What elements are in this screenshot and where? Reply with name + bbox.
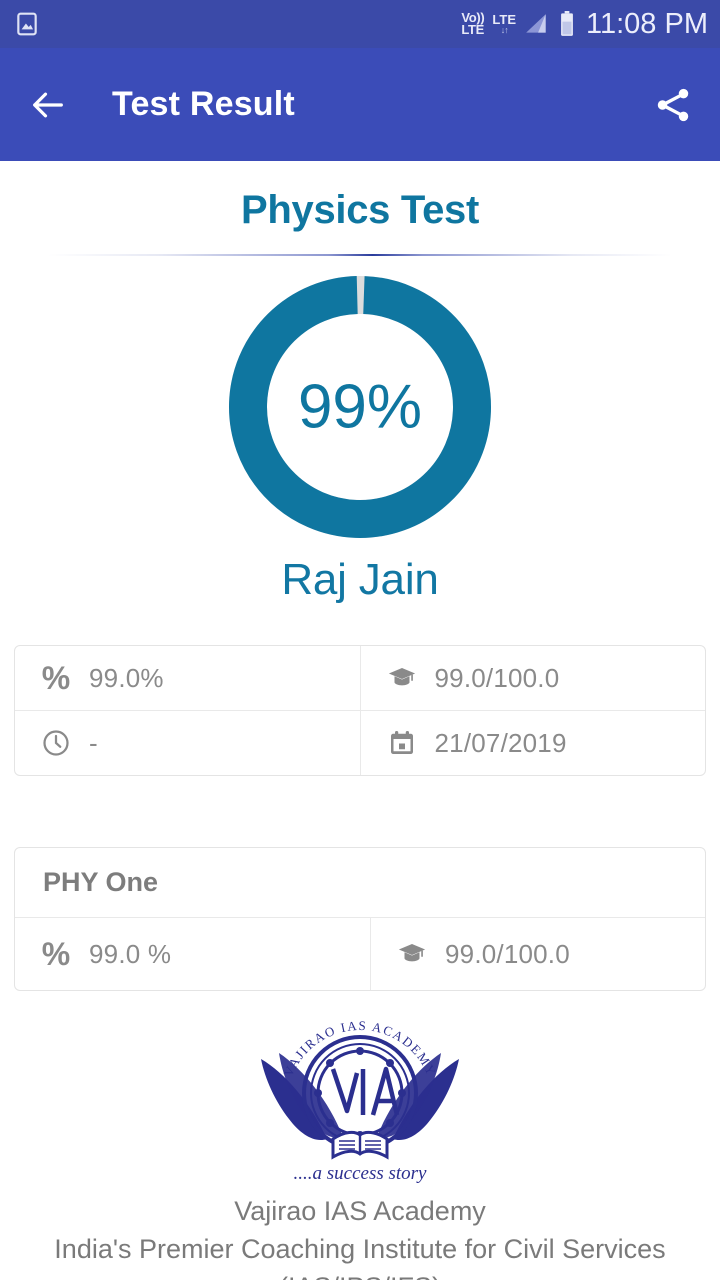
subject-name: PHY One bbox=[43, 867, 159, 897]
subject-row: % 99.0 % 99.0/100.0 bbox=[15, 918, 705, 990]
title-divider bbox=[48, 254, 672, 256]
subject-breakdown-card: PHY One % 99.0 % 99.0/100.0 bbox=[14, 847, 706, 991]
subject-header: PHY One bbox=[15, 848, 705, 918]
test-result-screen: Vo)) LTE LTE ↓↑ 11:08 PM Test Result Phy… bbox=[0, 0, 720, 1280]
summary-stats-card: % 99.0% 99.0/100.0 - 21/07/2019 bbox=[14, 645, 706, 776]
back-button[interactable] bbox=[28, 85, 68, 125]
status-bar: Vo)) LTE LTE ↓↑ 11:08 PM bbox=[0, 0, 720, 48]
graduation-cap-icon bbox=[387, 662, 417, 694]
stat-time-value: - bbox=[89, 727, 98, 758]
donut-svg: 99% bbox=[228, 276, 491, 538]
vajirao-ias-academy-logo-icon: VAJIRAO IAS ACADEMY ....a success story bbox=[261, 1018, 459, 1184]
clock-icon bbox=[41, 727, 71, 759]
academy-name: Vajirao IAS Academy bbox=[234, 1196, 486, 1226]
calendar-icon bbox=[387, 727, 417, 759]
academy-logo: VAJIRAO IAS ACADEMY ....a success story bbox=[0, 1011, 720, 1186]
signal-bars-icon bbox=[524, 11, 550, 37]
lte-data-icon: LTE ↓↑ bbox=[492, 12, 516, 35]
stat-time: - bbox=[15, 711, 360, 775]
app-bar: Test Result bbox=[0, 48, 720, 161]
content-area: Physics Test 99% Raj Jain % 99.0% 99.0/1… bbox=[0, 188, 720, 1280]
status-bar-right: Vo)) LTE LTE ↓↑ 11:08 PM bbox=[461, 8, 708, 41]
graduation-cap-icon bbox=[397, 938, 427, 970]
share-button[interactable] bbox=[652, 84, 694, 126]
stat-marks: 99.0/100.0 bbox=[359, 646, 706, 710]
logo-tagline: ....a success story bbox=[294, 1163, 428, 1184]
volte-line-2: LTE bbox=[461, 22, 485, 37]
percent-icon: % bbox=[41, 660, 71, 696]
subject-marks: 99.0/100.0 bbox=[370, 918, 705, 990]
stats-row: % 99.0% 99.0/100.0 bbox=[15, 646, 705, 710]
academy-tagline: India's Premier Coaching Institute for C… bbox=[54, 1234, 666, 1280]
percent-icon: % bbox=[41, 936, 71, 972]
stat-date-value: 21/07/2019 bbox=[434, 727, 567, 758]
battery-icon bbox=[558, 11, 576, 37]
stat-marks-value: 99.0/100.0 bbox=[434, 662, 560, 693]
status-bar-left bbox=[14, 11, 40, 37]
image-icon bbox=[14, 11, 40, 37]
subject-marks-value: 99.0/100.0 bbox=[445, 938, 570, 969]
page-title: Test Result bbox=[112, 85, 295, 123]
subject-percentage-value: 99.0 % bbox=[89, 938, 172, 969]
stats-row: - 21/07/2019 bbox=[15, 710, 705, 775]
donut-center-label: 99% bbox=[298, 373, 422, 442]
footer: Vajirao IAS Academy India's Premier Coac… bbox=[0, 1192, 720, 1280]
stat-date: 21/07/2019 bbox=[359, 711, 706, 775]
volte-icon: Vo)) LTE bbox=[461, 10, 485, 37]
stat-percentage-value: 99.0% bbox=[89, 662, 164, 693]
student-name: Raj Jain bbox=[281, 555, 439, 604]
test-name: Physics Test bbox=[240, 188, 479, 232]
subject-percentage: % 99.0 % bbox=[15, 918, 370, 990]
score-donut-chart: 99% bbox=[0, 275, 720, 539]
status-bar-time: 11:08 PM bbox=[586, 7, 708, 40]
stat-percentage: % 99.0% bbox=[15, 646, 360, 710]
data-arrows: ↓↑ bbox=[500, 24, 509, 35]
